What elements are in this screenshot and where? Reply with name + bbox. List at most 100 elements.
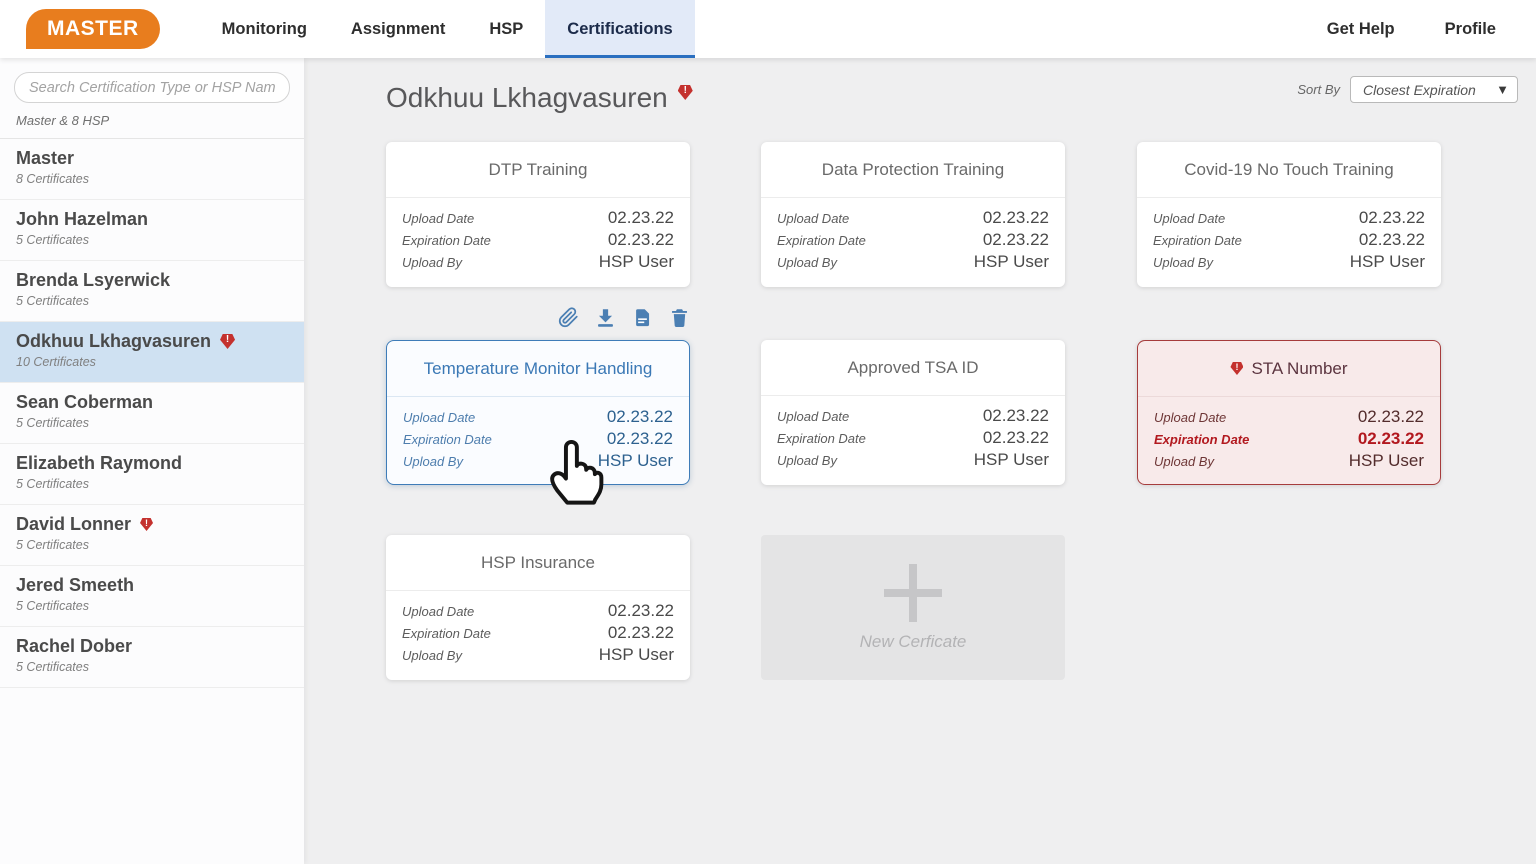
card-hsp-insurance[interactable]: HSP Insurance Upload Date 02.23.22 Expira… xyxy=(386,535,690,680)
get-help-link[interactable]: Get Help xyxy=(1327,20,1395,39)
card-action-bar xyxy=(386,306,690,328)
profile-link[interactable]: Profile xyxy=(1445,20,1496,39)
sidebar-item-john-hazelman[interactable]: John Hazelman 5 Certificates xyxy=(0,200,304,261)
certificate-count: 5 Certificates xyxy=(16,416,288,430)
upload-date-value: 02.23.22 xyxy=(983,406,1049,426)
upload-date-value: 02.23.22 xyxy=(1358,407,1424,427)
alert-icon xyxy=(220,334,235,349)
upload-by-label: Upload By xyxy=(1154,454,1214,469)
expiration-date-label: Expiration Date xyxy=(402,626,491,641)
alert-icon xyxy=(1230,362,1243,375)
sidebar: Master & 8 HSP Master 8 Certificates Joh… xyxy=(0,58,304,864)
certificate-count: 5 Certificates xyxy=(16,233,288,247)
hsp-name: Master xyxy=(16,148,74,169)
attach-button[interactable] xyxy=(557,306,579,328)
upload-by-label: Upload By xyxy=(777,453,837,468)
upload-by-label: Upload By xyxy=(777,255,837,270)
sidebar-item-sean-coberman[interactable]: Sean Coberman 5 Certificates xyxy=(0,383,304,444)
sidebar-list: Master 8 Certificates John Hazelman 5 Ce… xyxy=(0,138,304,688)
upload-date-label: Upload Date xyxy=(403,410,475,425)
hsp-name: Elizabeth Raymond xyxy=(16,453,182,474)
alert-icon xyxy=(678,85,693,100)
sidebar-item-jered-smeeth[interactable]: Jered Smeeth 5 Certificates xyxy=(0,566,304,627)
sort-dropdown-value: Closest Expiration xyxy=(1363,82,1476,98)
hsp-name: Jered Smeeth xyxy=(16,575,134,596)
download-button[interactable] xyxy=(594,306,616,328)
certificate-count: 10 Certificates xyxy=(16,355,288,369)
sidebar-item-david-lonner[interactable]: David Lonner 5 Certificates xyxy=(0,505,304,566)
nav-right: Get Help Profile xyxy=(1327,20,1496,39)
certificate-count: 5 Certificates xyxy=(16,538,288,552)
expiration-date-label: Expiration Date xyxy=(1154,432,1249,447)
main-content: Odkhuu Lkhagvasuren Sort By Closest Expi… xyxy=(304,58,1536,864)
sidebar-summary: Master & 8 HSP xyxy=(0,109,304,138)
upload-by-label: Upload By xyxy=(1153,255,1213,270)
app-root: MASTER Monitoring Assignment HSP Certifi… xyxy=(0,0,1536,864)
page-title: Odkhuu Lkhagvasuren xyxy=(386,82,693,114)
upload-date-label: Upload Date xyxy=(777,211,849,226)
certificate-count: 8 Certificates xyxy=(16,172,288,186)
upload-by-value: HSP User xyxy=(974,450,1049,470)
card-dtp-training[interactable]: DTP Training Upload Date02.23.22 Expirat… xyxy=(386,142,690,287)
upload-date-value: 02.23.22 xyxy=(1359,208,1425,228)
nav-item-monitoring[interactable]: Monitoring xyxy=(200,0,329,58)
card-title: Covid-19 No Touch Training xyxy=(1137,142,1441,198)
sidebar-item-rachel-dober[interactable]: Rachel Dober 5 Certificates xyxy=(0,627,304,688)
hsp-name: Brenda Lsyerwick xyxy=(16,270,170,291)
hsp-name: Odkhuu Lkhagvasuren xyxy=(16,331,211,352)
expiration-date-label: Expiration Date xyxy=(402,233,491,248)
nav-item-hsp[interactable]: HSP xyxy=(467,0,545,58)
upload-by-value: HSP User xyxy=(1350,252,1425,272)
card-title: HSP Insurance xyxy=(386,535,690,591)
view-document-button[interactable] xyxy=(631,306,653,328)
certificate-count: 5 Certificates xyxy=(16,599,288,613)
card-covid19-no-touch-training[interactable]: Covid-19 No Touch Training Upload Date 02… xyxy=(1137,142,1441,287)
card-title: STA Number xyxy=(1251,359,1347,379)
alert-icon xyxy=(140,518,153,531)
sidebar-item-odkhuu-lkhagvasuren[interactable]: Odkhuu Lkhagvasuren 10 Certificates xyxy=(0,322,304,383)
upload-date-value: 02.23.22 xyxy=(608,208,674,228)
card-approved-tsa-id[interactable]: Approved TSA ID Upload Date02.23.22 Expi… xyxy=(761,340,1065,485)
upload-date-value: 02.23.22 xyxy=(983,208,1049,228)
expiration-date-value: 02.23.22 xyxy=(1359,230,1425,250)
upload-date-label: Upload Date xyxy=(777,409,849,424)
certificate-count: 5 Certificates xyxy=(16,660,288,674)
nav-item-certifications[interactable]: Certifications xyxy=(545,0,694,58)
upload-date-value: 02.23.22 xyxy=(607,407,673,427)
certificate-count: 5 Certificates xyxy=(16,294,288,308)
upload-by-value: HSP User xyxy=(974,252,1049,272)
upload-by-value: HSP User xyxy=(1349,451,1424,471)
nav-menu: Monitoring Assignment HSP Certifications xyxy=(200,0,695,58)
download-icon xyxy=(595,307,616,328)
sort-dropdown[interactable]: Closest Expiration ▼ xyxy=(1350,76,1518,103)
upload-by-label: Upload By xyxy=(402,255,462,270)
upload-date-label: Upload Date xyxy=(1153,211,1225,226)
expiration-date-label: Expiration Date xyxy=(777,233,866,248)
upload-by-label: Upload By xyxy=(402,648,462,663)
card-title: DTP Training xyxy=(386,142,690,198)
certificate-count: 5 Certificates xyxy=(16,477,288,491)
delete-button[interactable] xyxy=(668,306,690,328)
upload-by-value: HSP User xyxy=(599,252,674,272)
sidebar-item-brenda-lsyerwick[interactable]: Brenda Lsyerwick 5 Certificates xyxy=(0,261,304,322)
card-title: Temperature Monitor Handling xyxy=(387,341,689,397)
trash-icon xyxy=(669,307,690,328)
expiration-date-label: Expiration Date xyxy=(1153,233,1242,248)
card-title: Data Protection Training xyxy=(761,142,1065,198)
top-nav: MASTER Monitoring Assignment HSP Certifi… xyxy=(0,0,1536,58)
nav-item-assignment[interactable]: Assignment xyxy=(329,0,467,58)
new-certificate-button[interactable]: New Cerficate xyxy=(761,535,1065,680)
sort-by-label: Sort By xyxy=(1297,82,1340,97)
chevron-down-icon: ▼ xyxy=(1496,82,1509,97)
card-temperature-monitor-handling[interactable]: Temperature Monitor Handling Upload Date… xyxy=(386,340,690,485)
card-sta-number[interactable]: STA Number Upload Date02.23.22 Expiratio… xyxy=(1137,340,1441,485)
sort-control: Sort By Closest Expiration ▼ xyxy=(1297,76,1518,103)
upload-date-value: 02.23.22 xyxy=(608,601,674,621)
card-data-protection-training[interactable]: Data Protection Training Upload Date 02.2… xyxy=(761,142,1065,287)
expiration-date-value: 02.23.22 xyxy=(983,230,1049,250)
sidebar-item-elizabeth-raymond[interactable]: Elizabeth Raymond 5 Certificates xyxy=(0,444,304,505)
sidebar-item-master[interactable]: Master 8 Certificates xyxy=(0,139,304,200)
search-input[interactable] xyxy=(14,72,290,103)
expiration-date-value: 02.23.22 xyxy=(608,623,674,643)
upload-date-label: Upload Date xyxy=(402,604,474,619)
